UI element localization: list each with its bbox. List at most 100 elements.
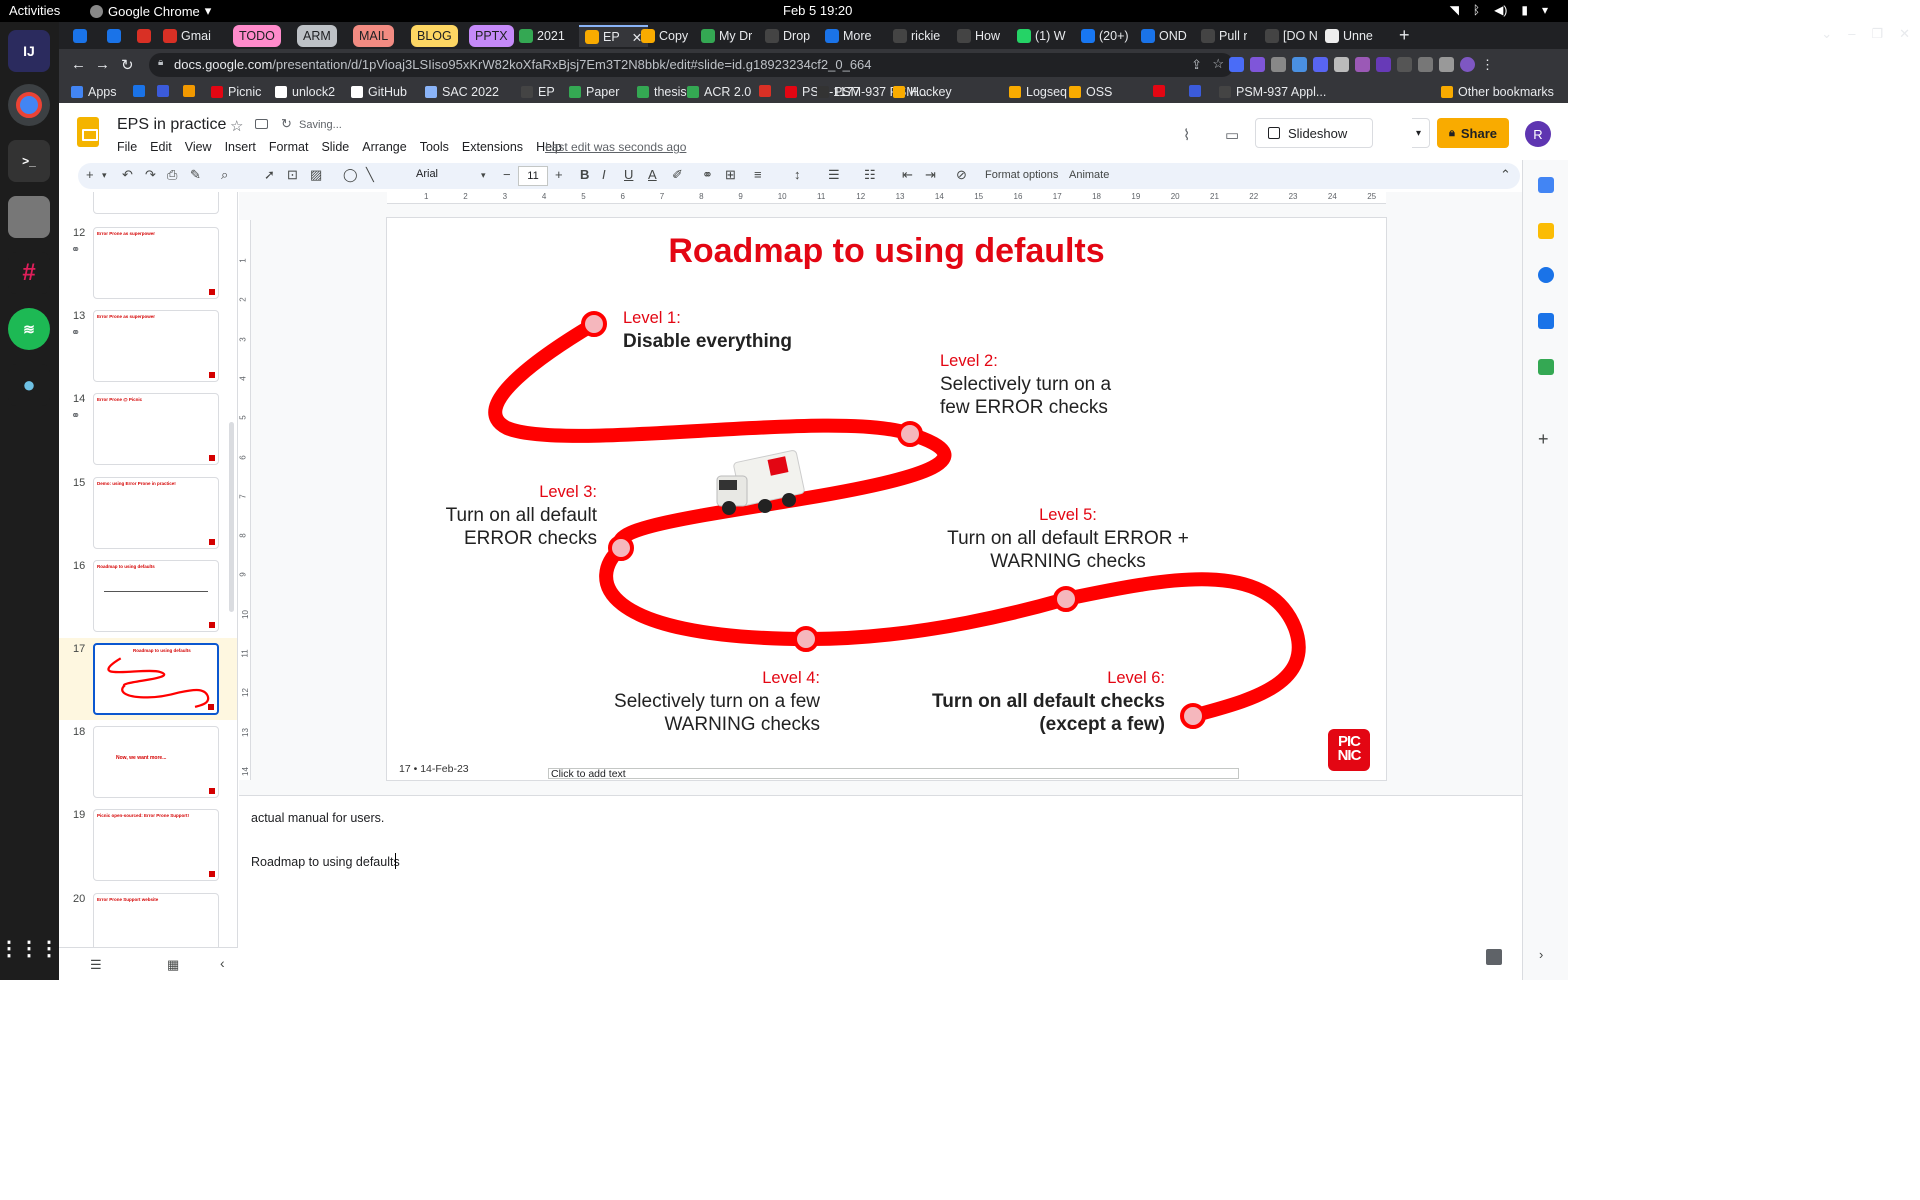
extension-icon[interactable] [1334, 57, 1349, 72]
files-icon[interactable] [8, 196, 50, 238]
browser-tab[interactable] [73, 25, 91, 47]
clock[interactable]: Feb 5 19:20 [783, 3, 852, 18]
clear-formatting-icon[interactable]: ⊘ [956, 167, 967, 183]
highlight-icon[interactable]: ✐ [672, 167, 683, 183]
bookmark-item[interactable]: SAC 2022 [425, 85, 499, 99]
increase-indent-icon[interactable]: ⇥ [925, 167, 936, 183]
level-2-marker[interactable] [897, 421, 923, 447]
browser-tab[interactable]: My Dr [701, 25, 752, 47]
add-addon-icon[interactable]: + [1538, 429, 1549, 450]
decrease-font-icon[interactable]: − [503, 167, 511, 182]
level-4-marker[interactable] [793, 626, 819, 652]
browser-tab[interactable]: BLOG [411, 25, 458, 47]
speaker-notes[interactable]: actual manual for users. Roadmap to usin… [239, 801, 1522, 980]
slide-thumbnail[interactable]: Demo: using Error Prone in practice! [93, 476, 219, 549]
bookmark-item[interactable] [1153, 85, 1165, 97]
level-5-marker[interactable] [1053, 586, 1079, 612]
bookmark-item[interactable]: Hockey [893, 85, 952, 99]
browser-tab[interactable]: Drop [765, 25, 810, 47]
list-view-icon[interactable]: ☰ [90, 957, 102, 973]
browser-tab[interactable]: Copy [641, 25, 688, 47]
profile-icon[interactable] [1460, 57, 1475, 72]
bookmark-star-icon[interactable]: ☆ [1212, 56, 1224, 72]
caret-down-icon[interactable]: ▾ [102, 170, 107, 181]
intellij-icon[interactable]: IJ [8, 30, 50, 72]
forward-icon[interactable]: → [95, 56, 110, 73]
browser-tab[interactable] [107, 25, 125, 47]
bookmark-item[interactable]: ACR 2.0 [687, 85, 751, 99]
text-color-icon[interactable]: A [648, 167, 657, 182]
bold-icon[interactable]: B [580, 167, 589, 182]
extension-icon[interactable] [1292, 57, 1307, 72]
minimize-icon[interactable]: – [1848, 26, 1855, 42]
browser-tab[interactable]: OND [1141, 25, 1187, 47]
shape-icon[interactable]: ◯ [343, 167, 358, 183]
chrome-dock-icon[interactable] [8, 84, 50, 126]
level-5-text[interactable]: Level 5: Turn on all default ERROR + WAR… [943, 504, 1193, 573]
browser-tab[interactable]: More [825, 25, 871, 47]
level-4-text[interactable]: Level 4: Selectively turn on a few WARNI… [595, 667, 820, 736]
hide-panel-icon[interactable]: › [1539, 947, 1543, 962]
extension-icon[interactable] [1397, 57, 1412, 72]
extension-icon[interactable] [1355, 57, 1370, 72]
spotify-icon[interactable]: ≋ [8, 308, 50, 350]
browser-tab[interactable]: rickie [893, 25, 940, 47]
decrease-indent-icon[interactable]: ⇤ [902, 167, 913, 183]
slideshow-button[interactable]: Slideshow [1255, 118, 1373, 148]
document-title[interactable]: EPS in practice [117, 116, 226, 134]
grid-view-icon[interactable]: ▦ [167, 957, 179, 973]
browser-tab[interactable]: PPTX [469, 25, 514, 47]
level-1-text[interactable]: Level 1: Disable everything [623, 307, 792, 353]
move-folder-icon[interactable] [255, 119, 268, 129]
browser-tab[interactable]: 2021 [519, 25, 565, 47]
browser-tab[interactable]: (1) W [1017, 25, 1066, 47]
menu-tools[interactable]: Tools [420, 140, 449, 154]
contacts-icon[interactable] [1538, 313, 1554, 329]
browser-tab[interactable]: How [957, 25, 1000, 47]
browser-tab[interactable]: Gmai [163, 25, 211, 47]
close-window-icon[interactable]: ✕ [1899, 26, 1910, 42]
browser-tab[interactable]: TODO [233, 25, 281, 47]
share-page-icon[interactable]: ⇪ [1191, 57, 1202, 73]
kebab-menu-icon[interactable]: ⋮ [1481, 57, 1496, 72]
bookmark-item[interactable]: OSS [1069, 85, 1112, 99]
select-cursor-icon[interactable]: ➚ [264, 167, 275, 183]
browser-tab[interactable]: MAIL [353, 25, 395, 47]
menu-format[interactable]: Format [269, 140, 309, 154]
bookmark-item[interactable] [1189, 85, 1201, 97]
bookmark-item[interactable]: Picnic [211, 85, 261, 99]
print-icon[interactable]: ⎙ [167, 167, 177, 183]
menu-edit[interactable]: Edit [150, 140, 172, 154]
increase-font-icon[interactable]: + [555, 167, 563, 182]
level-3-text[interactable]: Level 3: Turn on all default ERROR check… [427, 481, 597, 550]
bookmark-item[interactable]: Apps [71, 85, 117, 99]
bookmark-item[interactable] [183, 85, 195, 97]
level-6-text[interactable]: Level 6: Turn on all default checks (exc… [927, 667, 1165, 736]
new-slide-icon[interactable]: + [86, 167, 94, 182]
line-spacing-icon[interactable]: ↕ [794, 167, 801, 182]
slideshow-dropdown-button[interactable]: ▾ [1412, 118, 1430, 148]
caret-down-icon[interactable]: ▾ [481, 170, 486, 181]
other-bookmarks-folder[interactable]: Other bookmarks [1441, 85, 1554, 99]
bookmark-item[interactable] [157, 85, 169, 97]
slide-thumbnail[interactable]: Now, we want more... [93, 726, 219, 799]
animate-button[interactable]: Animate [1069, 169, 1109, 181]
slide-thumbnail[interactable]: Error Prone as superpower [93, 310, 219, 383]
browser-tab[interactable]: ARM [297, 25, 337, 47]
star-icon[interactable]: ☆ [230, 117, 243, 135]
collapse-filmstrip-icon[interactable]: ‹ [220, 955, 225, 971]
format-options-button[interactable]: Format options [985, 169, 1058, 181]
extension-icon[interactable] [1250, 57, 1265, 72]
level-1-marker[interactable] [581, 311, 607, 337]
menu-arrange[interactable]: Arrange [362, 140, 406, 154]
align-icon[interactable]: ≡ [754, 167, 762, 182]
filmstrip-scrollbar[interactable] [229, 422, 234, 612]
browser-tab[interactable] [137, 25, 155, 47]
slide[interactable]: Roadmap to using defaults Level 1: Disab… [387, 218, 1386, 780]
line-icon[interactable]: ╲ [366, 167, 374, 183]
url-field[interactable]: 🔒︎ docs.google.com/presentation/d/1pVioa… [149, 53, 1234, 77]
menu-extensions[interactable]: Extensions [462, 140, 523, 154]
level-3-marker[interactable] [608, 535, 634, 561]
slide-thumbnail[interactable] [93, 192, 219, 214]
slides-logo-icon[interactable] [77, 117, 99, 147]
